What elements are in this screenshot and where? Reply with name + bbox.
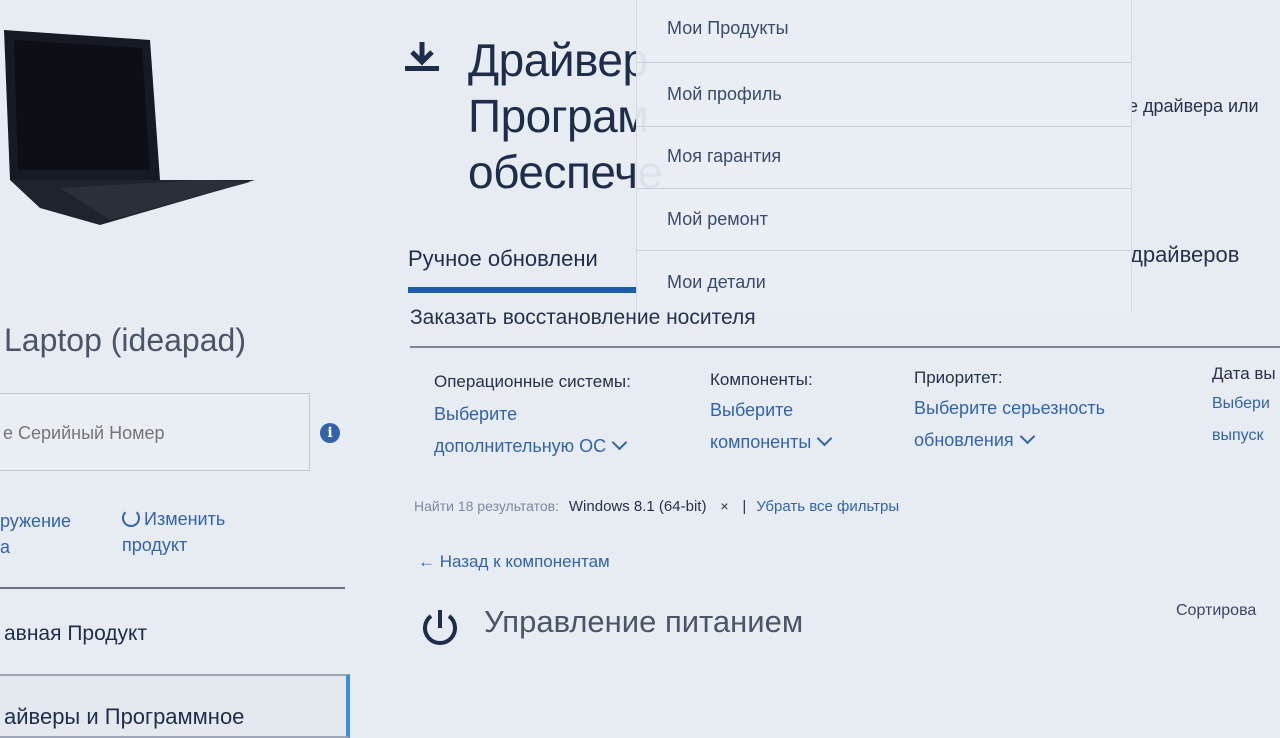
filter-priority: Приоритет: Выберите серьезность обновлен… [914,368,1105,456]
tab-drivers[interactable]: драйверов [1130,242,1239,268]
filter-os-label: Операционные системы: [434,372,631,391]
active-tab-indicator [408,287,638,293]
detect-product-link[interactable]: ружение а [0,508,71,560]
filter-components-select[interactable]: Выберите компоненты [710,394,833,458]
refresh-icon [122,509,140,527]
filter-os-line2: дополнительную ОС [434,436,607,456]
menu-divider [637,62,1131,63]
detect-line2: а [0,537,11,557]
sidebar-heading-main-product[interactable]: авная Продукт [4,622,147,646]
chevron-down-icon [817,430,833,447]
filter-release-date: Дата вы Выбери выпуск [1212,364,1276,452]
menu-item-my-parts[interactable]: Мои детали [667,272,766,293]
results-separator: | [742,498,747,515]
filter-date-line2: выпуск [1212,427,1264,444]
sort-dropdown[interactable]: Сортирова [1176,602,1256,620]
menu-item-my-repair[interactable]: Мой ремонт [667,209,768,230]
account-dropdown-menu: Мои Продукты Мой профиль Моя гарантия Мо… [636,0,1132,312]
menu-divider [637,126,1131,127]
filter-os-select[interactable]: Выберите дополнительную ОС [434,398,631,462]
results-bar: Найти 18 результатов: Windows 8.1 (64-bi… [414,498,899,515]
results-count: Найти 18 результатов: [414,498,559,514]
tab-manual-update[interactable]: Ручное обновлени [408,246,598,272]
product-name: Laptop (ideapad) [4,322,246,358]
section-divider [410,346,1280,348]
chevron-down-icon [1019,428,1035,445]
clear-all-filters-link[interactable]: Убрать все фильтры [756,498,899,515]
filter-components: Компоненты: Выберите компоненты [710,370,833,458]
download-icon [405,42,439,71]
detect-line1: ружение [0,511,72,531]
remove-filter-button[interactable]: × [720,498,728,514]
filter-date-line1: Выбери [1212,395,1270,412]
info-icon[interactable]: i [320,423,340,443]
filter-date-label: Дата вы [1212,364,1276,383]
menu-divider [637,250,1131,251]
filter-components-line1: Выберите [710,400,794,420]
filter-os-line1: Выберите [434,404,518,424]
filter-os: Операционные системы: Выберите дополните… [434,372,631,462]
active-filter-chip: Windows 8.1 (64-bit) [568,498,707,515]
filter-priority-label: Приоритет: [914,368,1003,387]
sidebar-item-drivers-label: айверы и Программное [4,704,245,729]
filter-date-select[interactable]: Выбери выпуск [1212,388,1276,452]
change-product-link[interactable]: Изменить продукт [122,506,225,558]
filter-components-label: Компоненты: [710,370,813,389]
search-hint-text: е драйвера или [1128,96,1259,116]
serial-number-field[interactable] [0,393,310,471]
sidebar-divider [0,587,345,589]
change-line2: продукт [122,535,188,555]
menu-item-my-profile[interactable]: Мой профиль [667,84,782,105]
filter-priority-line2: обновления [914,430,1014,450]
filter-priority-select[interactable]: Выберите серьезность обновления [914,392,1105,456]
chevron-down-icon [611,434,628,451]
power-icon [423,610,457,645]
menu-divider [637,188,1131,189]
sidebar-item-drivers[interactable]: айверы и Программное [0,674,350,738]
filter-components-line2: компоненты [710,432,812,452]
serial-number-input[interactable] [1,422,295,445]
laptop-image [4,30,255,225]
change-line1: Изменить [144,509,226,529]
back-to-components-link[interactable]: ← Назад к компонентам [418,552,610,572]
menu-item-my-warranty[interactable]: Моя гарантия [667,146,781,167]
filter-priority-line1: Выберите серьезность [914,398,1106,418]
menu-item-my-products[interactable]: Мои Продукты [667,18,789,39]
section-title-power: Управление питанием [484,604,804,639]
